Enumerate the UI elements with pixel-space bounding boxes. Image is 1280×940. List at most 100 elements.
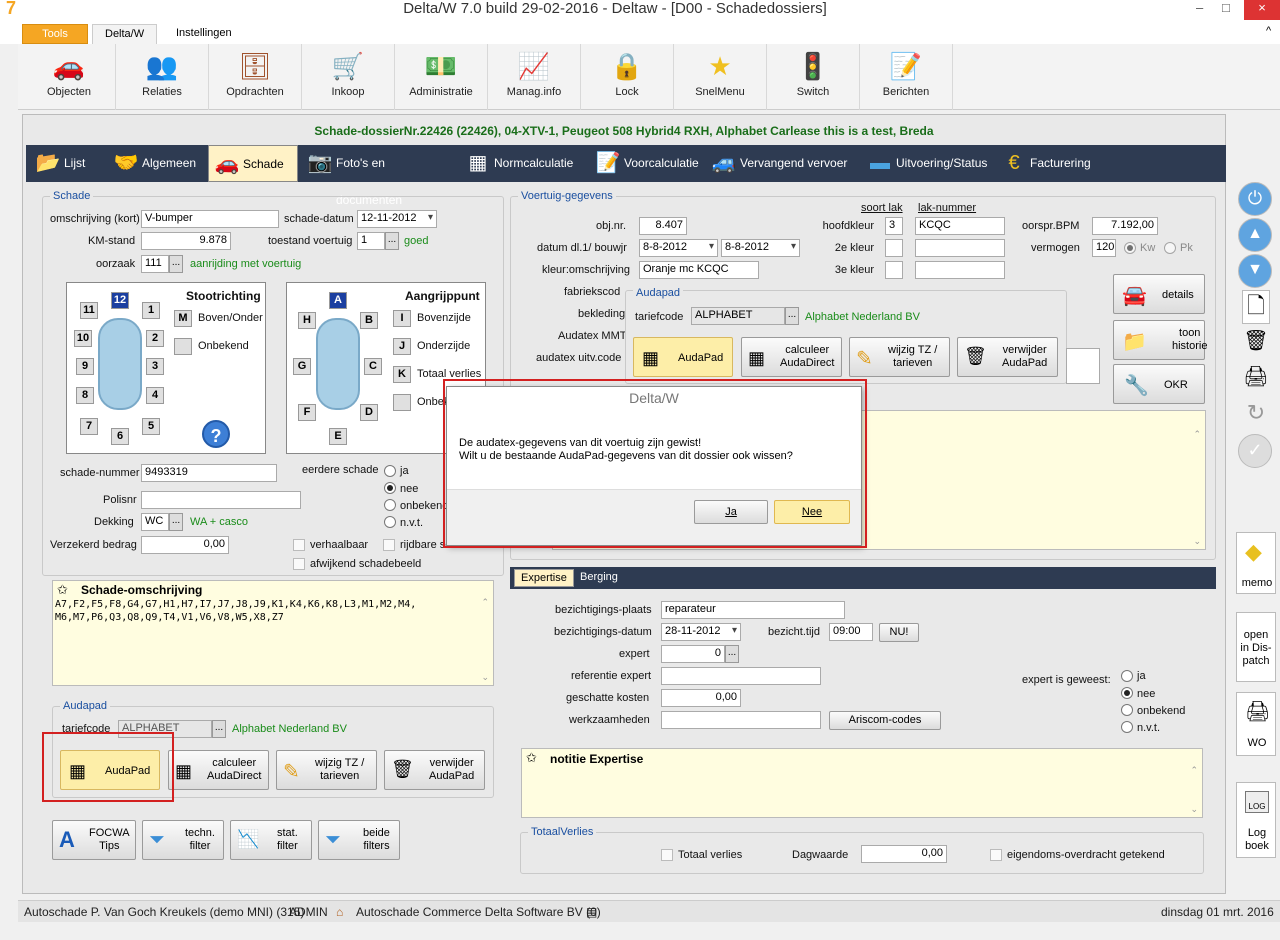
- aangrijp-c[interactable]: C: [364, 358, 382, 375]
- calculeer-audadirect-button[interactable]: ▦ calculeer AudaDirect: [741, 337, 842, 377]
- ribbon-administratie-button[interactable]: 💵 Administratie: [395, 44, 488, 110]
- stoot-3[interactable]: 3: [146, 358, 164, 375]
- aangrijp-i[interactable]: I: [393, 310, 411, 327]
- tab-berging[interactable]: Berging: [574, 569, 624, 585]
- expert-lookup-button[interactable]: ...: [725, 645, 739, 663]
- plaats-input[interactable]: reparateur: [661, 601, 845, 619]
- kleur2-soort-input[interactable]: [885, 239, 903, 257]
- kleur2-input[interactable]: [915, 239, 1005, 257]
- ref-input[interactable]: [661, 667, 821, 685]
- printer-icon[interactable]: 🖨: [1240, 362, 1272, 396]
- aangrijp-e[interactable]: E: [329, 428, 347, 445]
- tab-facturering[interactable]: € Facturering: [996, 145, 1106, 182]
- verzekerd-input[interactable]: 0,00: [141, 536, 229, 554]
- stat-filter-button[interactable]: 📉 stat. filter: [230, 820, 312, 860]
- aangrijp-b[interactable]: B: [360, 312, 378, 329]
- aangrijp-h[interactable]: H: [298, 312, 316, 329]
- ribbon-switch-button[interactable]: 🚦 Switch: [767, 44, 860, 110]
- ribbon-collapse-button[interactable]: ^: [1266, 25, 1271, 37]
- tab-fotos[interactable]: 📷 Foto's en documenten: [302, 145, 454, 207]
- kleur3-input[interactable]: [915, 261, 1005, 279]
- afwijkend-checkbox[interactable]: [293, 558, 305, 570]
- geweest-nvt-radio[interactable]: [1121, 721, 1133, 733]
- audapad-button[interactable]: ▦ AudaPad: [633, 337, 733, 377]
- tab-algemeen[interactable]: 🤝 Algemeen: [108, 145, 208, 182]
- schadenummer-input[interactable]: 9493319: [141, 464, 277, 482]
- ariscom-button[interactable]: Ariscom-codes: [829, 711, 941, 730]
- scroll-up-icon[interactable]: ⌃: [1190, 765, 1198, 776]
- totaal-verlies-checkbox[interactable]: [661, 849, 673, 861]
- ribbon-objecten-button[interactable]: 🚗 Objecten: [23, 44, 116, 110]
- stoot-6[interactable]: 6: [111, 428, 129, 445]
- kw-radio[interactable]: [1124, 242, 1136, 254]
- bpm-input[interactable]: 7.192,00: [1092, 217, 1158, 235]
- tab-voorcalculatie[interactable]: 📝 Voorcalculatie: [590, 145, 706, 182]
- aangrijp-d[interactable]: D: [360, 404, 378, 421]
- oorzaak-lookup-button[interactable]: ...: [169, 255, 183, 273]
- details-button[interactable]: 🚘 details: [1113, 274, 1205, 314]
- hoofdkleur-soort-input[interactable]: 3: [885, 217, 903, 235]
- ribbon-managinfo-button[interactable]: 📈 Manag.info: [488, 44, 581, 110]
- scroll-up-icon[interactable]: ⌃: [1193, 429, 1201, 440]
- arrow-down-icon[interactable]: ▼: [1238, 254, 1272, 288]
- eerdere-nee-radio[interactable]: [384, 482, 396, 494]
- expert-input[interactable]: 0: [661, 645, 725, 663]
- stoot-m[interactable]: M: [174, 310, 192, 327]
- stoot-10[interactable]: 10: [74, 330, 92, 347]
- tab-uitvoering[interactable]: ▬ Uitvoering/Status: [862, 145, 1002, 182]
- trash-icon[interactable]: 🗑: [1240, 326, 1272, 360]
- stoot-9[interactable]: 9: [76, 358, 94, 375]
- new-document-icon[interactable]: 🗋: [1242, 290, 1270, 324]
- verwijder-audapad-button[interactable]: 🗑 verwijder AudaPad: [384, 750, 485, 790]
- wo-button[interactable]: 🖨 WO: [1236, 692, 1276, 756]
- km-input[interactable]: 9.878: [141, 232, 231, 250]
- tariefcode-input[interactable]: ALPHABET: [691, 307, 785, 325]
- aangrijp-f[interactable]: F: [298, 404, 316, 421]
- stoot-1[interactable]: 1: [142, 302, 160, 319]
- rijdbaar-checkbox[interactable]: [383, 539, 395, 551]
- dekking-lookup-button[interactable]: ...: [169, 513, 183, 531]
- eerdere-onbekend-radio[interactable]: [384, 499, 396, 511]
- vermogen-input[interactable]: 120: [1092, 239, 1116, 257]
- kleur-input[interactable]: Oranje mc KCQC: [639, 261, 759, 279]
- ribbon-relaties-button[interactable]: 👥 Relaties: [116, 44, 209, 110]
- close-button[interactable]: ×: [1244, 0, 1280, 20]
- schadedatum-picker[interactable]: 12-11-2012: [357, 210, 437, 228]
- okr-button[interactable]: 🔧 OKR: [1113, 364, 1205, 404]
- power-icon[interactable]: ⏻: [1238, 182, 1272, 216]
- ribbon-tab-tools[interactable]: Tools: [22, 24, 88, 44]
- audatex-field[interactable]: [1066, 348, 1100, 384]
- eerdere-ja-radio[interactable]: [384, 465, 396, 477]
- werk-input[interactable]: [661, 711, 821, 729]
- kosten-input[interactable]: 0,00: [661, 689, 741, 707]
- ribbon-inkoop-button[interactable]: 🛒 Inkoop: [302, 44, 395, 110]
- aangrijp-onbekend-box[interactable]: [393, 394, 411, 411]
- stoot-4[interactable]: 4: [146, 387, 164, 404]
- tab-expertise[interactable]: Expertise: [514, 569, 574, 587]
- ribbon-tab-instellingen[interactable]: Instellingen: [164, 24, 244, 44]
- memo-button[interactable]: ◆ memo: [1236, 532, 1276, 594]
- beide-filters-button[interactable]: ⏷ beide filters: [318, 820, 400, 860]
- datum1-picker[interactable]: 8-8-2012: [639, 239, 718, 257]
- toestand-lookup-button[interactable]: ...: [385, 232, 399, 250]
- hoofdkleur-input[interactable]: KCQC: [915, 217, 1005, 235]
- minimize-button[interactable]: –: [1196, 0, 1203, 15]
- tijd-input[interactable]: 09:00: [829, 623, 873, 641]
- techn-filter-button[interactable]: ⏷ techn. filter: [142, 820, 224, 860]
- scroll-down-icon[interactable]: ⌄: [1193, 536, 1201, 547]
- open-in-dispatch-button[interactable]: open in Dis- patch: [1236, 612, 1276, 682]
- stoot-7[interactable]: 7: [80, 418, 98, 435]
- geweest-nee-radio[interactable]: [1121, 687, 1133, 699]
- dekking-input[interactable]: WC: [141, 513, 169, 531]
- pk-radio[interactable]: [1164, 242, 1176, 254]
- tab-normcalculatie[interactable]: ▦ Normcalculatie: [460, 145, 584, 182]
- focwa-tips-button[interactable]: A FOCWA Tips: [52, 820, 136, 860]
- objnr-input[interactable]: 8.407: [639, 217, 687, 235]
- verhaalbaar-checkbox[interactable]: [293, 539, 305, 551]
- aangrijp-a[interactable]: A: [329, 292, 347, 309]
- scroll-down-icon[interactable]: ⌄: [1190, 804, 1198, 815]
- undo-icon[interactable]: ↻: [1240, 398, 1272, 432]
- check-icon[interactable]: ✓: [1238, 434, 1272, 468]
- ribbon-lock-button[interactable]: 🔒 Lock: [581, 44, 674, 110]
- toon-historie-button[interactable]: 📁 toon historie: [1113, 320, 1207, 360]
